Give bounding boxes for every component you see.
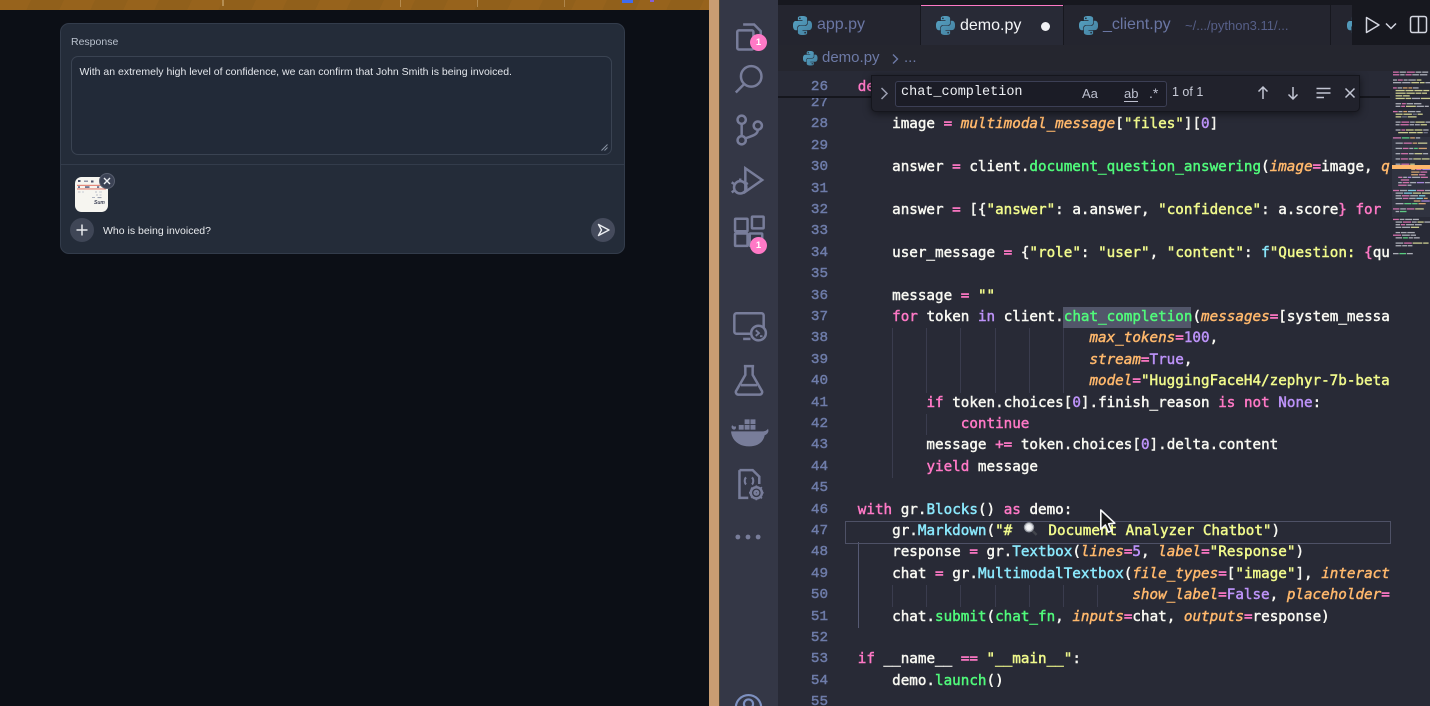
svg-text:Sum: Sum [94,200,105,206]
